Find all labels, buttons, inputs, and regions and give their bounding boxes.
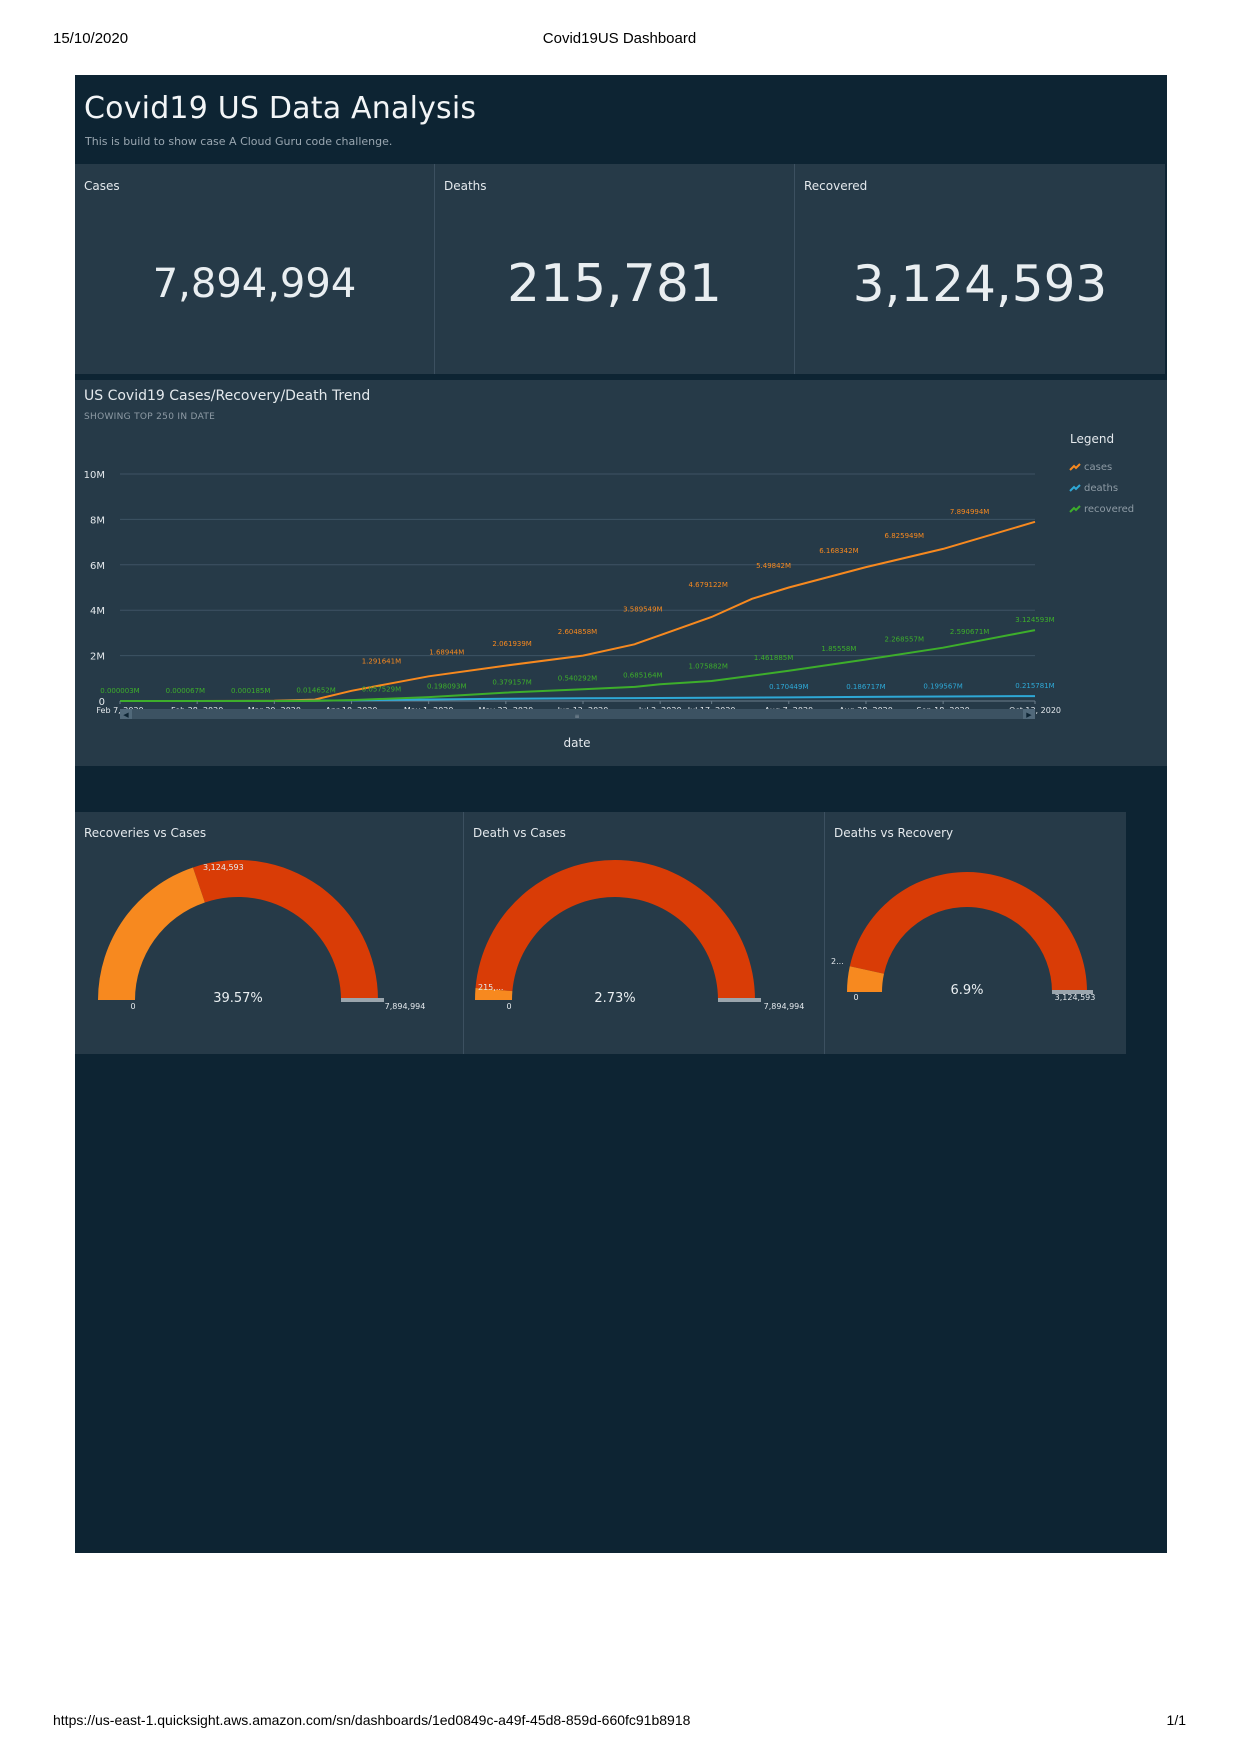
data-label-cases: 5.49842M	[756, 562, 791, 570]
kpi-deaths-label: Deaths	[444, 179, 487, 193]
data-label-cases: 1.291641M	[362, 658, 401, 666]
gauge-value-label: 3,124,593	[203, 863, 244, 872]
gauge-chart: 2.73% 0 7,894,994 215,...	[475, 859, 805, 1011]
gauge-min-label: 0	[853, 993, 858, 1002]
y-tick-label: 6M	[90, 561, 105, 572]
data-label-recovered: 0.685164M	[623, 671, 662, 679]
legend-label: cases	[1084, 462, 1112, 473]
gauge-value-label: 2...	[831, 957, 844, 966]
kpi-deaths-visual[interactable]: Deaths 215,781	[435, 164, 794, 374]
data-label-recovered: 1.461885M	[754, 654, 793, 662]
chevron-left-icon: ◀	[123, 711, 129, 719]
dashboard-canvas: Covid19 US Data Analysis This is build t…	[75, 75, 1167, 1553]
y-tick-label: 10M	[84, 470, 105, 481]
gauge-remaining-arc	[475, 859, 755, 1000]
gauge-max-label: 3,124,593	[1055, 993, 1096, 1002]
legend-item-deaths[interactable]: deaths	[1069, 483, 1118, 494]
legend-title: Legend	[1070, 432, 1114, 446]
trend-visual[interactable]: US Covid19 Cases/Recovery/Death Trend SH…	[75, 380, 1167, 766]
gauge-min-label: 0	[506, 1002, 511, 1011]
gauge-deaths-vs-recovery[interactable]: Deaths vs Recovery 6.9% 0 3,124,593 2...	[825, 812, 1126, 1054]
x-axis-title: date	[563, 736, 590, 750]
kpi-cases-label: Cases	[84, 179, 120, 193]
legend-label: deaths	[1084, 483, 1118, 494]
legend-item-cases[interactable]: cases	[1069, 462, 1112, 473]
gauge-value-label: 215,...	[478, 983, 503, 992]
data-label-cases: 1.68944M	[429, 649, 464, 657]
grip-icon: ≡	[574, 713, 579, 720]
data-label-recovered: 2.268557M	[885, 636, 924, 644]
gauge-min-label: 0	[130, 1002, 135, 1011]
data-label-recovered: 0.540292M	[558, 675, 597, 683]
data-label-recovered: 0.379157M	[492, 678, 531, 686]
data-label-deaths: 0.186717M	[846, 683, 885, 691]
data-label-cases: 2.604858M	[558, 628, 597, 636]
line-series-icon	[1069, 484, 1081, 492]
chevron-right-icon: ▶	[1026, 711, 1032, 719]
dashboard-title: Covid19 US Data Analysis	[84, 91, 477, 126]
gauge-remaining-arc	[192, 860, 378, 1000]
kpi-recovered-visual[interactable]: Recovered 3,124,593	[795, 164, 1165, 374]
data-label-cases: 3.589549M	[623, 606, 662, 614]
kpi-recovered-value: 3,124,593	[852, 255, 1108, 313]
kpi-recovered-label: Recovered	[804, 179, 868, 193]
data-label-deaths: 0.215781M	[1015, 682, 1054, 690]
gauge-value-arc	[98, 867, 205, 1000]
y-tick-label: 4M	[90, 606, 105, 617]
data-label-cases: 6.825949M	[885, 532, 924, 540]
data-label-cases: 7.894994M	[950, 508, 989, 516]
line-series-icon	[1069, 505, 1081, 513]
kpi-deaths-value: 215,781	[506, 254, 723, 314]
gauge-percent: 6.9%	[950, 983, 983, 998]
gauge-percent: 39.57%	[213, 991, 263, 1006]
gauge-max-label: 7,894,994	[385, 1002, 426, 1011]
data-label-recovered: 0.198093M	[427, 683, 466, 691]
gauge-percent: 2.73%	[594, 991, 635, 1006]
legend-label: recovered	[1084, 504, 1134, 515]
trend-chart[interactable]: 1.291641M 1.68944M 2.061939M 2.604858M 3.589…	[75, 380, 1167, 766]
gauge-chart: 39.57% 0 7,894,994 3,124,593	[98, 860, 426, 1011]
data-label-deaths: 0.199567M	[923, 682, 962, 690]
data-label-recovered: 0.000003M	[100, 687, 139, 695]
print-url: https://us-east-1.quicksight.aws.amazon.…	[53, 1712, 691, 1728]
print-title: Covid19US Dashboard	[542, 30, 697, 47]
kpi-cases-value: 7,894,994	[152, 261, 357, 307]
data-label-recovered: 0.057529M	[362, 686, 401, 694]
gauge-recoveries-vs-cases[interactable]: Recoveries vs Cases 39.57% 0 7,894,994 3,12…	[75, 812, 463, 1054]
y-tick-label: 8M	[90, 515, 105, 526]
data-label-cases: 2.061939M	[492, 640, 531, 648]
data-label-recovered: 1.075882M	[688, 663, 727, 671]
data-label-cases: 6.168342M	[819, 547, 858, 555]
data-label-recovered: 0.000185M	[231, 687, 270, 695]
legend-item-recovered[interactable]: recovered	[1069, 504, 1134, 515]
kpi-cases-visual[interactable]: Cases 7,894,994	[75, 164, 434, 374]
chart-legend: Legend cases deaths recovered	[1069, 432, 1134, 515]
gauge-remaining-arc	[849, 872, 1087, 992]
chart-scrollbar[interactable]: ◀ ▶ ≡	[120, 709, 1035, 720]
line-series-icon	[1069, 463, 1081, 471]
print-page-number: 1/1	[1166, 1712, 1186, 1728]
gauge-max-marker	[718, 998, 761, 1002]
data-label-recovered: 1.85558M	[821, 645, 856, 653]
data-label-deaths: 0.170449M	[769, 683, 808, 691]
data-label-recovered: 3.124593M	[1015, 616, 1054, 624]
y-tick-label: 2M	[90, 652, 105, 663]
gauge-chart: 6.9% 0 3,124,593 2...	[831, 872, 1096, 1002]
gauge-death-vs-cases[interactable]: Death vs Cases 2.73% 0 7,894,994 215,...	[464, 812, 824, 1054]
gauge-max-marker	[341, 998, 384, 1002]
dashboard-description: This is build to show case A Cloud Guru …	[85, 135, 393, 148]
gauge-max-label: 7,894,994	[764, 1002, 805, 1011]
data-label-recovered: 0.014652M	[296, 687, 335, 695]
data-label-recovered: 2.590671M	[950, 628, 989, 636]
data-label-cases: 4.679122M	[688, 581, 727, 589]
data-label-recovered: 0.000067M	[166, 687, 205, 695]
